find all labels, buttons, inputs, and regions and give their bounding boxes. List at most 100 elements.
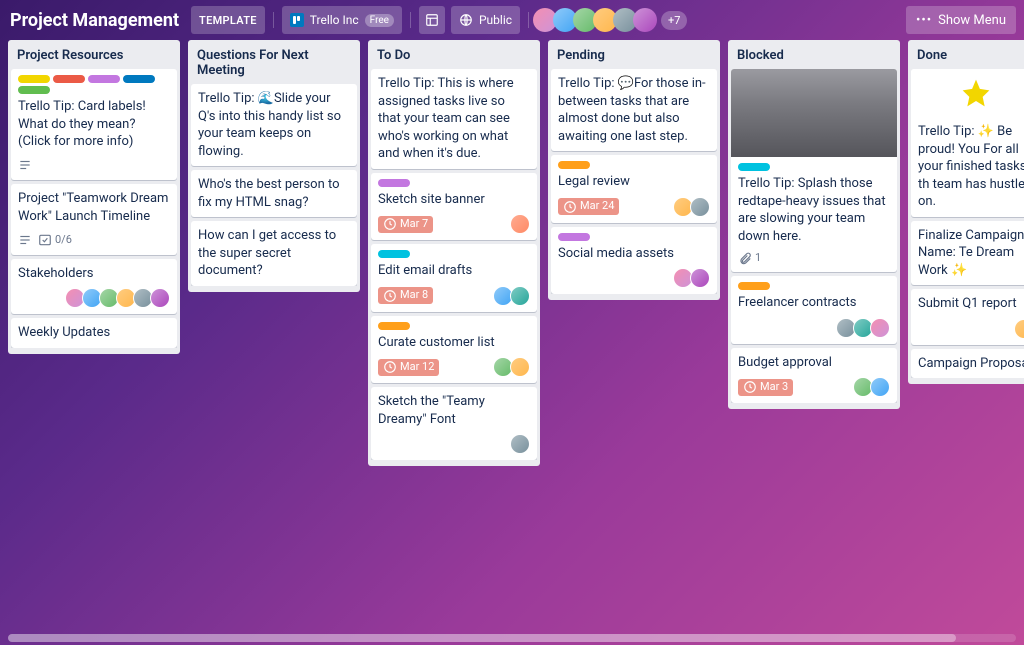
card[interactable]: Social media assets — [551, 227, 717, 295]
card-title: Campaign Proposal — [918, 355, 1024, 373]
card[interactable]: Trello Tip: 🌊Slide your Q's into this ha… — [191, 84, 357, 166]
card-title: Freelancer contracts — [738, 294, 890, 312]
list[interactable]: Project ResourcesTrello Tip: Card labels… — [8, 40, 180, 354]
card-members — [496, 286, 530, 306]
card[interactable]: Sketch site bannerMar 7 — [371, 173, 537, 241]
avatar[interactable] — [690, 268, 710, 288]
due-date-badge[interactable]: Mar 7 — [378, 216, 433, 233]
due-date-badge[interactable]: Mar 24 — [558, 198, 619, 215]
card[interactable]: Stakeholders — [11, 259, 177, 315]
card[interactable]: Freelancer contracts — [731, 276, 897, 344]
label-purple[interactable] — [378, 179, 410, 187]
show-menu-button[interactable]: ••• Show Menu — [906, 6, 1016, 34]
card[interactable]: Trello Tip: ✨ Be proud! You For all your… — [911, 69, 1024, 217]
card[interactable]: Trello Tip: Card labels! What do they me… — [11, 69, 177, 180]
card-cover-image — [911, 69, 1024, 117]
card[interactable]: Submit Q1 report — [911, 289, 1024, 345]
card-title: How can I get access to the super secret… — [198, 227, 350, 280]
visibility-chip[interactable]: Public — [451, 6, 520, 34]
list-title[interactable]: Project Resources — [11, 44, 177, 69]
label-orange[interactable] — [378, 322, 410, 330]
card-labels[interactable] — [558, 161, 710, 169]
card-labels[interactable] — [738, 163, 890, 171]
card[interactable]: Trello Tip: 💬For those in-between tasks … — [551, 69, 717, 151]
list-title[interactable]: To Do — [371, 44, 537, 69]
avatar[interactable] — [510, 286, 530, 306]
list[interactable]: PendingTrello Tip: 💬For those in-between… — [548, 40, 720, 300]
card-labels[interactable] — [558, 233, 710, 241]
board-canvas[interactable]: Project ResourcesTrello Tip: Card labels… — [0, 40, 1024, 633]
avatar[interactable] — [1014, 319, 1024, 339]
card[interactable]: Sketch the "Teamy Dreamy" Font — [371, 387, 537, 460]
card-members — [839, 318, 890, 338]
list-title[interactable]: Pending — [551, 44, 717, 69]
card-labels[interactable] — [378, 322, 530, 330]
avatar[interactable] — [690, 197, 710, 217]
avatar[interactable] — [870, 377, 890, 397]
trello-logo-icon — [290, 13, 304, 27]
card[interactable]: Curate customer listMar 12 — [371, 316, 537, 384]
list[interactable]: DoneTrello Tip: ✨ Be proud! You For all … — [908, 40, 1024, 384]
card-badges: Mar 3 — [738, 377, 890, 397]
attachment-badge: 1 — [738, 251, 761, 266]
card-title: Weekly Updates — [18, 324, 170, 342]
avatar[interactable] — [510, 434, 530, 454]
avatar-overflow[interactable]: +7 — [661, 11, 687, 30]
label-orange[interactable] — [558, 161, 590, 169]
avatar[interactable] — [150, 288, 170, 308]
card-labels[interactable] — [378, 179, 530, 187]
list-title[interactable]: Questions For Next Meeting — [191, 44, 357, 84]
card[interactable]: Legal reviewMar 24 — [551, 155, 717, 223]
board-views-button[interactable] — [419, 6, 445, 34]
due-date-badge[interactable]: Mar 8 — [378, 287, 433, 304]
avatar[interactable] — [510, 214, 530, 234]
card-title: Project "Teamwork Dream Work" Launch Tim… — [18, 190, 170, 225]
card-badges: Mar 8 — [378, 286, 530, 306]
card-badges: 1 — [738, 251, 890, 266]
card[interactable]: Campaign Proposal — [911, 349, 1024, 379]
avatar[interactable] — [510, 357, 530, 377]
card-badges — [738, 318, 890, 338]
label-teal[interactable] — [738, 163, 770, 171]
separator — [528, 12, 529, 28]
avatar[interactable] — [633, 8, 657, 32]
workspace-chip[interactable]: Trello Inc Free — [282, 6, 402, 34]
card-members — [856, 377, 890, 397]
board-members[interactable]: +7 — [537, 8, 687, 32]
label-blue[interactable] — [123, 75, 155, 83]
card[interactable]: Edit email draftsMar 8 — [371, 244, 537, 312]
card[interactable]: How can I get access to the super secret… — [191, 221, 357, 286]
card[interactable]: Budget approvalMar 3 — [731, 348, 897, 404]
label-teal[interactable] — [378, 250, 410, 258]
board-name[interactable]: Project Management — [8, 10, 185, 31]
list[interactable]: To DoTrello Tip: This is where assigned … — [368, 40, 540, 466]
template-chip[interactable]: TEMPLATE — [191, 6, 265, 34]
label-purple[interactable] — [88, 75, 120, 83]
card[interactable]: Finalize Campaign Name: Te Dream Work ✨ — [911, 221, 1024, 286]
card-badges — [558, 268, 710, 288]
card-labels[interactable] — [378, 250, 530, 258]
list[interactable]: Questions For Next MeetingTrello Tip: 🌊S… — [188, 40, 360, 292]
label-red[interactable] — [53, 75, 85, 83]
card[interactable]: Trello Tip: Splash those redtape-heavy i… — [731, 69, 897, 272]
card-labels[interactable] — [18, 75, 170, 94]
card-badges: Mar 7 — [378, 214, 530, 234]
card[interactable]: Weekly Updates — [11, 318, 177, 348]
list[interactable]: BlockedTrello Tip: Splash those redtape-… — [728, 40, 900, 409]
card[interactable]: Who's the best person to fix my HTML sna… — [191, 170, 357, 217]
card-labels[interactable] — [738, 282, 890, 290]
card[interactable]: Project "Teamwork Dream Work" Launch Tim… — [11, 184, 177, 255]
due-date-badge[interactable]: Mar 12 — [378, 359, 439, 376]
label-yellow[interactable] — [18, 75, 50, 83]
list-title[interactable]: Done — [911, 44, 1024, 69]
due-date-badge[interactable]: Mar 3 — [738, 379, 793, 396]
avatar[interactable] — [870, 318, 890, 338]
card-badges — [918, 319, 1024, 339]
label-green[interactable] — [18, 86, 50, 94]
label-orange[interactable] — [738, 282, 770, 290]
board-header: Project Management TEMPLATE Trello Inc F… — [0, 0, 1024, 40]
label-purple[interactable] — [558, 233, 590, 241]
horizontal-scrollbar[interactable] — [8, 634, 1016, 642]
card[interactable]: Trello Tip: This is where assigned tasks… — [371, 69, 537, 169]
list-title[interactable]: Blocked — [731, 44, 897, 69]
